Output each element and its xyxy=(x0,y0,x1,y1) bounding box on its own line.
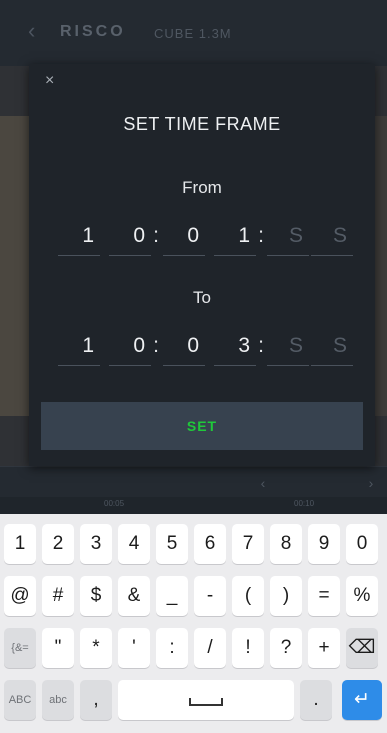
key[interactable]: ! xyxy=(232,628,264,668)
space-icon xyxy=(189,698,223,706)
space-bar[interactable] xyxy=(118,680,294,720)
to-second-tens-field[interactable]: S xyxy=(267,330,309,366)
key[interactable]: 2 xyxy=(42,524,74,564)
timeline-tick-label: 00:05 xyxy=(104,499,125,508)
key[interactable]: 8 xyxy=(270,524,302,564)
from-minute-ones-field[interactable]: 1 xyxy=(214,220,256,256)
app-header: ‹ RISCO CUBE 1.3M xyxy=(0,0,387,66)
key[interactable]: 6 xyxy=(194,524,226,564)
key[interactable]: 1 xyxy=(4,524,36,564)
key[interactable]: / xyxy=(194,628,226,668)
from-minute-tens-field[interactable]: 0 xyxy=(163,220,205,256)
key[interactable]: + xyxy=(308,628,340,668)
key[interactable]: 3 xyxy=(80,524,112,564)
dialog-title: SET TIME FRAME xyxy=(123,114,281,134)
chevron-left-icon[interactable]: ‹ xyxy=(28,20,42,42)
time-separator: : xyxy=(153,334,159,357)
timeline-next-icon[interactable]: › xyxy=(358,475,384,495)
to-hour-tens-field[interactable]: 1 xyxy=(58,330,100,366)
key[interactable]: $ xyxy=(80,576,112,616)
key[interactable]: 0 xyxy=(346,524,378,564)
key[interactable]: _ xyxy=(156,576,188,616)
timeline-bar[interactable]: ‹ › 00:05 00:10 xyxy=(0,466,387,515)
from-second-ones-field[interactable]: S xyxy=(311,220,353,256)
to-time-input: 1 0 : 0 3 : S S xyxy=(29,330,375,370)
key[interactable]: : xyxy=(156,628,188,668)
on-screen-keyboard: 1 2 3 4 5 6 7 8 9 0 @ # $ & _ - ( ) = % … xyxy=(0,514,387,733)
to-hour-ones-field[interactable]: 0 xyxy=(109,330,151,366)
period-key[interactable]: . xyxy=(300,680,332,720)
from-label: From xyxy=(182,178,222,197)
to-label: To xyxy=(193,288,211,307)
key[interactable]: ) xyxy=(270,576,302,616)
comma-key[interactable]: , xyxy=(80,680,112,720)
key[interactable]: - xyxy=(194,576,226,616)
abc-upper-key[interactable]: ABC xyxy=(4,680,36,720)
time-separator: : xyxy=(258,224,264,247)
key[interactable]: * xyxy=(80,628,112,668)
from-hour-ones-field[interactable]: 0 xyxy=(109,220,151,256)
key[interactable]: % xyxy=(346,576,378,616)
from-hour-tens-field[interactable]: 1 xyxy=(58,220,100,256)
device-name: CUBE 1.3M xyxy=(154,26,232,41)
time-separator: : xyxy=(153,224,159,247)
key[interactable]: @ xyxy=(4,576,36,616)
brand-logo: RISCO xyxy=(60,23,126,40)
symbols-toggle-key[interactable]: {&= xyxy=(4,628,36,668)
from-second-tens-field[interactable]: S xyxy=(267,220,309,256)
video-frame-left xyxy=(0,116,30,416)
key[interactable]: ' xyxy=(118,628,150,668)
time-separator: : xyxy=(258,334,264,357)
enter-icon[interactable]: ↵ xyxy=(342,680,382,720)
timeline-prev-icon[interactable]: ‹ xyxy=(250,475,276,495)
key[interactable]: " xyxy=(42,628,74,668)
close-icon[interactable]: × xyxy=(45,72,54,90)
set-button[interactable]: SET xyxy=(41,402,363,450)
to-second-ones-field[interactable]: S xyxy=(311,330,353,366)
key[interactable]: = xyxy=(308,576,340,616)
key[interactable]: 7 xyxy=(232,524,264,564)
abc-lower-key[interactable]: abc xyxy=(42,680,74,720)
key[interactable]: ( xyxy=(232,576,264,616)
key[interactable]: 5 xyxy=(156,524,188,564)
key[interactable]: 9 xyxy=(308,524,340,564)
key[interactable]: # xyxy=(42,576,74,616)
to-minute-ones-field[interactable]: 3 xyxy=(214,330,256,366)
to-minute-tens-field[interactable]: 0 xyxy=(163,330,205,366)
key[interactable]: ? xyxy=(270,628,302,668)
key[interactable]: 4 xyxy=(118,524,150,564)
from-time-input: 1 0 : 0 1 : S S xyxy=(29,220,375,260)
set-time-frame-dialog: × SET TIME FRAME From 1 0 : 0 1 : S S To… xyxy=(29,64,375,466)
backspace-icon[interactable]: ⌫ xyxy=(346,628,378,668)
key[interactable]: & xyxy=(118,576,150,616)
timeline-tick-label: 00:10 xyxy=(294,499,315,508)
timeline-track[interactable] xyxy=(0,497,387,515)
